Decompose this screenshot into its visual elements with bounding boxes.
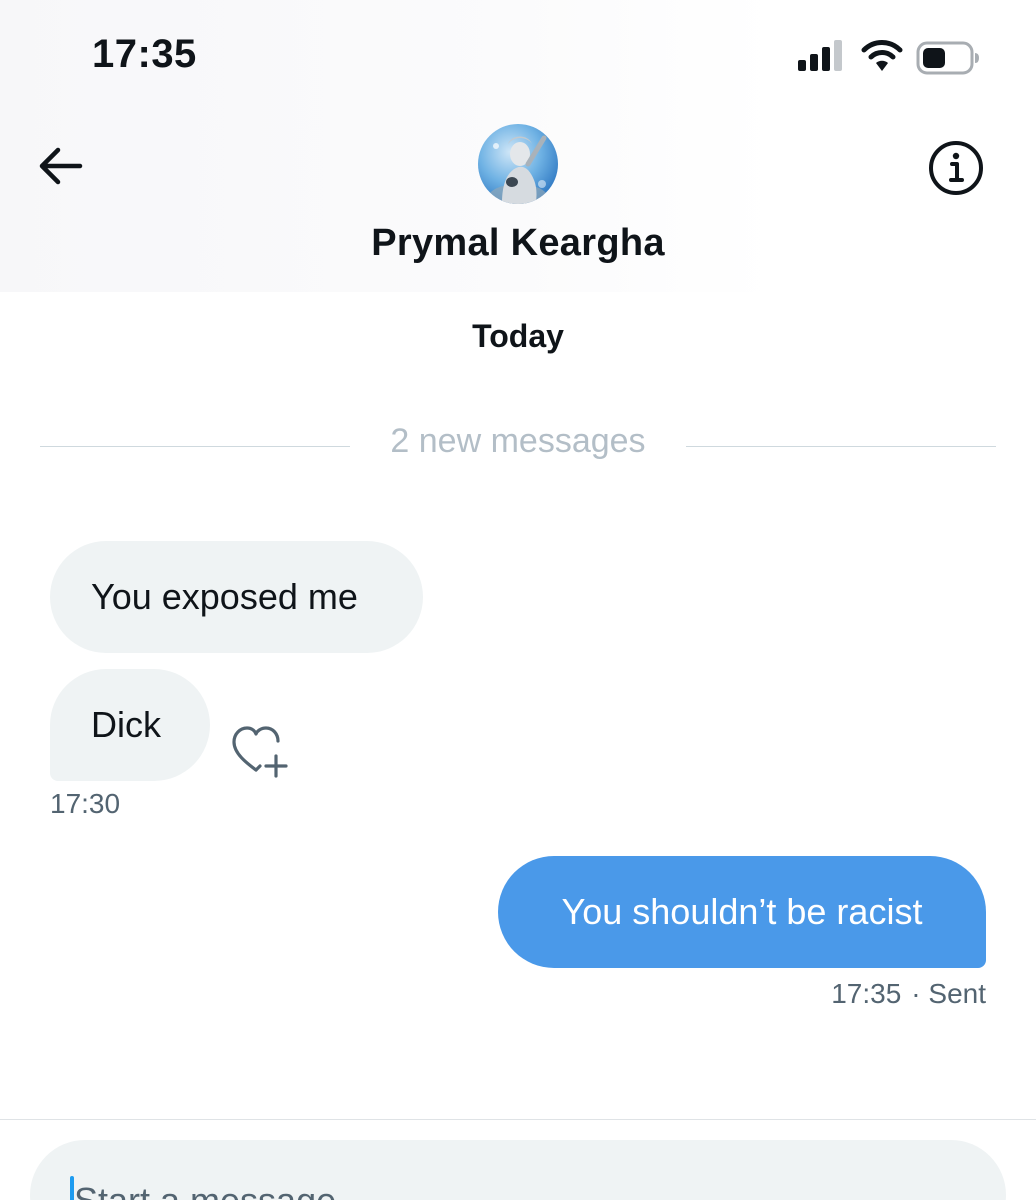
incoming-message-bubble[interactable]: You exposed me bbox=[50, 541, 423, 653]
dm-conversation-screen: 17:35 Prymal Keargha Today 2 new message… bbox=[0, 0, 1036, 1200]
add-reaction-button[interactable] bbox=[226, 720, 292, 782]
back-button[interactable] bbox=[30, 138, 90, 194]
contact-name[interactable]: Prymal Keargha bbox=[0, 222, 1036, 265]
outgoing-message-bubble[interactable]: You shouldn’t be racist bbox=[498, 856, 986, 968]
day-separator-label: Today bbox=[472, 318, 564, 354]
status-bar-icons bbox=[796, 38, 982, 78]
status-bar-time: 17:35 bbox=[92, 32, 197, 76]
outgoing-message-timestamp: 17:35 bbox=[831, 978, 902, 1009]
info-circle-icon bbox=[929, 141, 983, 195]
heart-plus-icon bbox=[232, 726, 288, 778]
arrow-left-icon bbox=[39, 147, 83, 185]
composer-divider bbox=[0, 1119, 1036, 1120]
message-text: You shouldn’t be racist bbox=[561, 891, 923, 932]
wifi-icon bbox=[861, 40, 903, 71]
new-messages-divider-right bbox=[686, 446, 996, 447]
message-input[interactable]: Start a message bbox=[30, 1140, 1006, 1200]
contact-avatar[interactable] bbox=[478, 124, 558, 204]
message-text: You exposed me bbox=[91, 576, 358, 617]
avatar-image bbox=[478, 124, 558, 204]
new-messages-label: 2 new messages bbox=[390, 422, 646, 460]
message-text: Dick bbox=[91, 704, 161, 745]
new-messages-divider-left bbox=[40, 446, 350, 447]
message-input-placeholder: Start a message bbox=[74, 1180, 336, 1200]
battery-icon bbox=[916, 41, 979, 75]
incoming-message-timestamp: 17:30 bbox=[50, 788, 121, 819]
conversation-info-button[interactable] bbox=[924, 136, 988, 200]
cellular-signal-icon bbox=[798, 40, 842, 71]
outgoing-message-meta: 17:35 · Sent bbox=[831, 978, 986, 1010]
incoming-message-bubble[interactable]: Dick bbox=[50, 669, 210, 781]
message-sent-status: · Sent bbox=[911, 978, 986, 1009]
